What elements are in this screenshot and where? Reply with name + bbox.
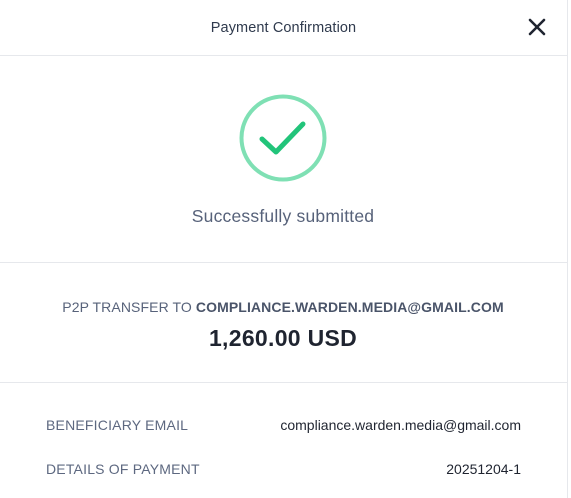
modal-header: Payment Confirmation	[0, 0, 567, 56]
detail-value: compliance.warden.media@gmail.com	[280, 417, 521, 433]
success-message: Successfully submitted	[191, 206, 375, 226]
transfer-description: P2P TRANSFER TO COMPLIANCE.WARDEN.MEDIA@…	[0, 299, 566, 315]
detail-row-beneficiary-email: BENEFICIARY EMAIL compliance.warden.medi…	[46, 417, 521, 433]
checkmark-circle-icon	[239, 94, 327, 182]
detail-value: 20251204-1	[446, 461, 521, 477]
transfer-recipient: COMPLIANCE.WARDEN.MEDIA@GMAIL.COM	[195, 299, 504, 315]
detail-label: BENEFICIARY EMAIL	[46, 417, 189, 433]
transfer-amount: 1,260.00 USD	[208, 325, 358, 351]
close-button[interactable]	[527, 17, 547, 37]
modal-title: Payment Confirmation	[210, 19, 357, 36]
detail-row-details-of-payment: DETAILS OF PAYMENT 20251204-1	[46, 461, 521, 477]
payment-confirmation-modal: Payment Confirmation Successfully submit…	[0, 0, 568, 498]
success-section: Successfully submitted	[0, 56, 567, 263]
detail-label: DETAILS OF PAYMENT	[46, 461, 200, 477]
transfer-prefix: P2P TRANSFER TO	[62, 299, 196, 315]
close-icon	[528, 18, 546, 36]
transfer-summary: P2P TRANSFER TO COMPLIANCE.WARDEN.MEDIA@…	[0, 263, 567, 383]
